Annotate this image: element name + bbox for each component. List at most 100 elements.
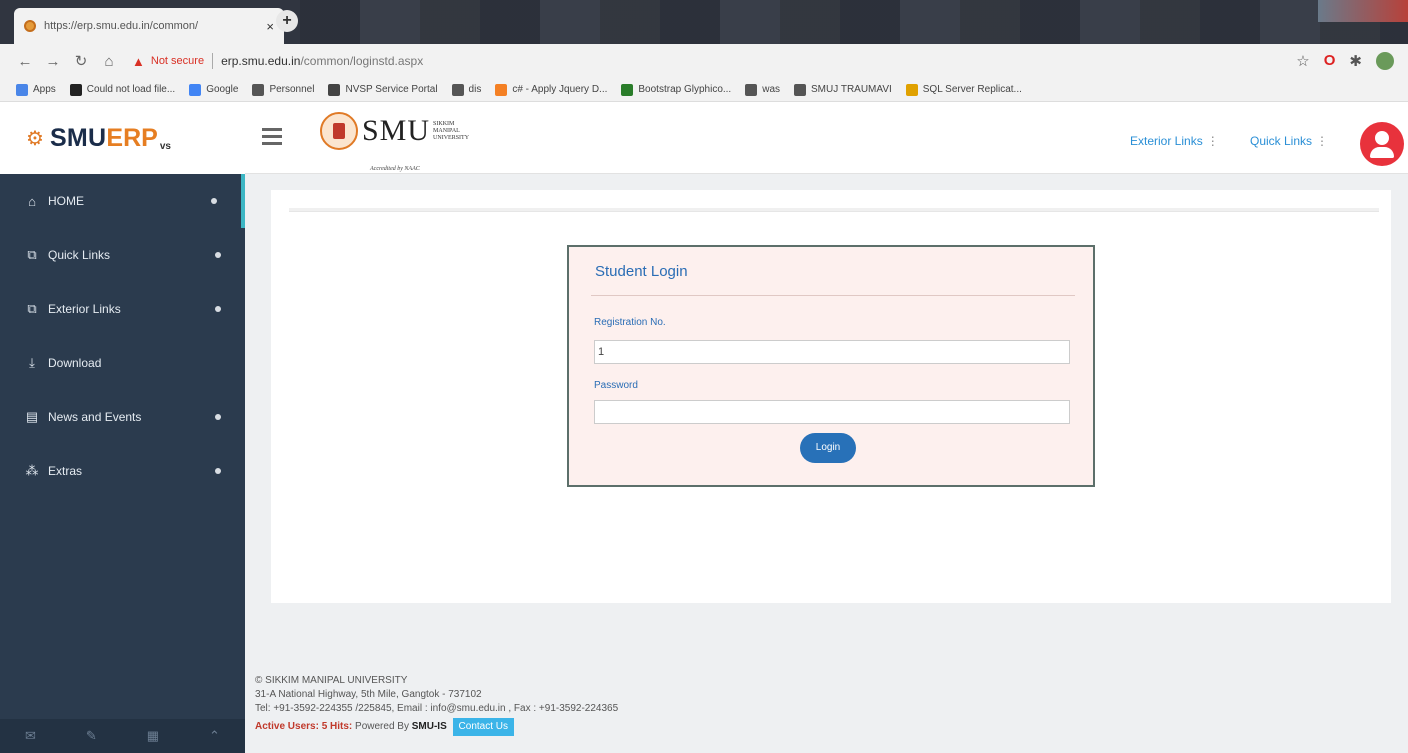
titlebar-background	[300, 0, 1408, 44]
registration-label: Registration No.	[594, 317, 666, 328]
bookmark-item[interactable]: Apps	[16, 83, 56, 96]
ai-icon	[69, 83, 82, 96]
bookmark-star-icon[interactable]: ☆	[1296, 52, 1309, 70]
mail-icon[interactable]: ✉	[25, 728, 36, 744]
browser-tab[interactable]: https://erp.smu.edu.in/common/ ×	[14, 8, 284, 44]
back-icon[interactable]: ←	[14, 53, 36, 70]
bookmark-item[interactable]: SQL Server Replicat...	[905, 83, 1022, 96]
bookmark-label: Personnel	[269, 84, 315, 95]
globe-icon	[794, 83, 807, 96]
url-input[interactable]: erp.smu.edu.in/common/loginstd.aspx	[221, 54, 423, 68]
university-logo-text: SMU	[362, 114, 431, 147]
quick-links-menu[interactable]: Quick Links ⋮	[1250, 134, 1328, 148]
url-path: /common/loginstd.aspx	[300, 54, 424, 68]
bookmark-item[interactable]: dis	[451, 83, 482, 96]
external-link-icon: ⧉	[27, 247, 37, 262]
bookmark-label: Apps	[33, 84, 56, 95]
sidebar-item-home[interactable]: ⌂ HOME	[0, 174, 245, 228]
sidebar-item-quick-links[interactable]: ⧉ Quick Links	[0, 228, 245, 282]
brand-seal-icon: ⚙	[26, 127, 44, 150]
apps-icon	[16, 83, 28, 96]
university-logo-subtext: SIKKIM MANIPAL UNIVERSITY	[433, 120, 470, 141]
calendar-icon[interactable]: ▦	[147, 728, 159, 744]
login-button[interactable]: Login	[800, 433, 856, 463]
expand-dot-icon	[215, 306, 221, 312]
bookmark-item[interactable]: Google	[189, 83, 238, 96]
password-label: Password	[594, 380, 638, 391]
footer-copyright: © SIKKIM MANIPAL UNIVERSITY	[255, 675, 408, 686]
bookmark-item[interactable]: was	[745, 83, 780, 96]
sidebar: ⌂ HOME ⧉ Quick Links ⧉ Exterior Links ⤓ Downloa…	[0, 174, 245, 753]
contact-us-button[interactable]: Contact Us	[452, 718, 514, 736]
forward-icon[interactable]: →	[42, 53, 64, 70]
external-link-icon: ⧉	[27, 301, 37, 316]
globe-icon	[252, 83, 265, 96]
expand-dot-icon	[215, 414, 221, 420]
google-icon	[189, 83, 202, 96]
expand-dot-icon	[211, 198, 217, 204]
sidebar-footer: ✉ ✎ ▦ ⌃	[0, 719, 245, 753]
sidebar-item-label: Exterior Links	[48, 302, 121, 316]
chevron-up-icon[interactable]: ⌃	[209, 728, 220, 744]
exterior-links-menu[interactable]: Exterior Links ⋮	[1130, 134, 1219, 148]
student-login-panel: Student Login Registration No. Password …	[567, 245, 1095, 487]
sidebar-item-news-and-events[interactable]: ▤ News and Events	[0, 390, 245, 444]
footer-contact-info: Tel: +91-3592-224355 /225845, Email : in…	[255, 703, 619, 714]
w-icon	[621, 83, 634, 96]
bookmark-item[interactable]: c# - Apply Jquery D...	[495, 83, 607, 96]
reload-icon[interactable]: ↻	[70, 52, 92, 70]
brand-logo[interactable]: ⚙ SMU ERP vs	[0, 102, 245, 174]
edit-icon[interactable]: ✎	[86, 728, 97, 744]
home-page-icon[interactable]: ⌂	[98, 53, 120, 70]
globe-icon	[745, 83, 758, 96]
powered-by-text: Powered By	[355, 721, 409, 732]
sidebar-item-label: Quick Links	[48, 248, 111, 262]
expand-dot-icon	[215, 468, 221, 474]
sidebar-item-extras[interactable]: ⁂ Extras	[0, 444, 245, 498]
opera-icon[interactable]: O	[1324, 52, 1336, 70]
tab-close-icon[interactable]: ×	[266, 19, 274, 34]
sidebar-item-exterior-links[interactable]: ⧉ Exterior Links	[0, 282, 245, 336]
user-avatar-icon[interactable]	[1360, 122, 1404, 166]
stackoverflow-icon	[495, 83, 508, 96]
extension-avatar-icon[interactable]	[1376, 52, 1394, 70]
bookmark-item[interactable]: Personnel	[252, 83, 315, 96]
globe-icon	[451, 83, 464, 96]
bookmark-label: NVSP Service Portal	[345, 84, 438, 95]
address-bar: ← → ↻ ⌂ ▲ Not secure erp.smu.edu.in/comm…	[0, 44, 1408, 78]
content-card: Student Login Registration No. Password …	[271, 190, 1391, 603]
bookmark-item[interactable]: Could not load file...	[69, 83, 175, 96]
accreditation-text: Accredited by NAAC	[370, 166, 420, 172]
not-secure-label[interactable]: Not secure	[151, 55, 204, 67]
sidebar-item-label: News and Events	[48, 410, 142, 424]
password-input[interactable]	[594, 400, 1070, 424]
sidebar-item-download[interactable]: ⤓ Download	[0, 336, 245, 390]
card-divider	[289, 208, 1379, 212]
bookmark-label: dis	[468, 84, 482, 95]
address-separator	[212, 53, 214, 69]
login-title: Student Login	[595, 263, 688, 280]
window-controls[interactable]	[1318, 0, 1408, 22]
site-favicon-icon	[24, 20, 36, 32]
bookmark-item[interactable]: NVSP Service Portal	[328, 83, 438, 96]
extension-icon[interactable]: ✱	[1349, 52, 1362, 70]
sql-icon	[905, 83, 918, 96]
warning-icon[interactable]: ▲	[132, 54, 145, 69]
page-footer: © SIKKIM MANIPAL UNIVERSITY 31-A Nationa…	[255, 674, 618, 736]
brand-smu-text: SMU	[49, 123, 107, 152]
menu-toggle-icon[interactable]	[262, 128, 282, 149]
footer-address: 31-A National Highway, 5th Mile, Gangtok…	[255, 689, 482, 700]
diamond-icon	[328, 83, 341, 96]
registration-input[interactable]	[594, 340, 1070, 364]
tab-title: https://erp.smu.edu.in/common/	[44, 20, 199, 32]
app-header: ⚙ SMU ERP vs SMU SIKKIM MANIPAL UNIVERSI…	[0, 102, 1408, 174]
expand-dot-icon	[215, 252, 221, 258]
browser-titlebar: https://erp.smu.edu.in/common/ × +	[0, 0, 1408, 44]
browser-actions: ☆ O ✱	[1296, 52, 1394, 70]
bookmark-item[interactable]: Bootstrap Glyphico...	[621, 83, 731, 96]
new-tab-button[interactable]: +	[276, 10, 298, 32]
brand-erp-text: ERP	[106, 123, 158, 152]
login-divider	[591, 295, 1075, 296]
bookmark-item[interactable]: SMUJ TRAUMAVI	[794, 83, 892, 96]
footer-status: Active Users: 5 Hits: Powered By SMU-IS …	[255, 718, 618, 736]
